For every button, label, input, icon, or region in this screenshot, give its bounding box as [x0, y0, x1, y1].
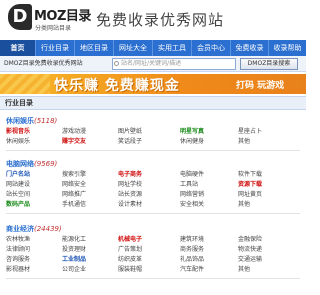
category-link[interactable]: 影视音乐	[6, 127, 30, 136]
category-link[interactable]: 站长资源	[118, 190, 142, 199]
category-link[interactable]: 手机通信	[62, 200, 86, 209]
category-link[interactable]: 网络推广	[62, 190, 86, 199]
section-title[interactable]: 商业经济(24439)	[6, 224, 62, 234]
promo-banner[interactable]: 快乐赚 免费赚现金 打码 玩游戏	[0, 74, 306, 94]
category-link[interactable]: 资源下载	[238, 180, 262, 189]
section-divider	[6, 150, 300, 151]
section-count: (9569)	[34, 160, 58, 168]
search-input[interactable]: 站名/网址/关键词/描述	[112, 58, 236, 70]
category-link[interactable]: 服装鞋帽	[118, 265, 142, 274]
category-link[interactable]: 工业制品	[62, 255, 86, 264]
nav-industry[interactable]: 行业目录	[36, 40, 75, 56]
banner-main-text: 快乐赚 免费赚现金	[54, 78, 180, 94]
category-link[interactable]: 影视器材	[6, 265, 30, 274]
category-link[interactable]: 法律顾问	[6, 245, 30, 254]
section-title-text[interactable]: 电脑网络	[6, 160, 34, 168]
category-link[interactable]: 能源化工	[62, 235, 86, 244]
category-link[interactable]: 搜索引擎	[62, 170, 86, 179]
main-nav: 首页 行业目录 地区目录 网址大全 实用工具 会员中心 免费收录 收录帮助	[0, 40, 306, 56]
banner-decoration	[0, 74, 50, 94]
category-link[interactable]: 星座占卜	[238, 127, 262, 136]
category-link[interactable]: 其他	[238, 265, 250, 274]
category-link[interactable]: 汽车配件	[180, 265, 204, 274]
category-link[interactable]: 纺织皮革	[118, 255, 142, 264]
logo-letter: D	[8, 4, 32, 30]
category-link[interactable]: 咨询服务	[6, 255, 30, 264]
category-link[interactable]: 网站建设	[6, 180, 30, 189]
category-link[interactable]: 礼品饰品	[180, 255, 204, 264]
category-link[interactable]: 休闲娱乐	[6, 137, 30, 146]
category-link[interactable]: 电子商务	[118, 170, 142, 179]
category-link[interactable]: 网址黄页	[238, 190, 262, 199]
nav-region[interactable]: 地区目录	[75, 40, 114, 56]
site-slogan: 免费收录优秀网站	[96, 11, 225, 29]
category-heading: 行业目录	[0, 96, 306, 110]
category-link[interactable]: 游戏动漫	[62, 127, 86, 136]
category-link[interactable]: 建筑环境	[180, 235, 204, 244]
section-title-text[interactable]: 商业经济	[6, 225, 34, 233]
section-count: (5118)	[34, 117, 58, 125]
nav-help[interactable]: 收录帮助	[269, 40, 306, 56]
category-link[interactable]: 休闲健身	[180, 137, 204, 146]
nav-url-directory[interactable]: 网址大全	[114, 40, 153, 56]
search-icon	[114, 61, 119, 66]
category-link[interactable]: 物流快递	[238, 245, 262, 254]
nav-free-submit[interactable]: 免费收录	[231, 40, 269, 56]
category-link[interactable]: 设计素材	[118, 200, 142, 209]
site-logo[interactable]: D MOZ目录 分类网站目录	[8, 4, 91, 36]
category-link[interactable]: 工具站	[180, 180, 198, 189]
search-bar: DMOZ目录免费收录优秀网站 站名/网址/关键词/描述 DMOZ目录搜索	[0, 56, 306, 72]
category-link[interactable]: 明星写真	[180, 127, 204, 136]
section-count: (24439)	[34, 225, 62, 233]
category-link[interactable]: 安全相关	[180, 200, 204, 209]
category-link[interactable]: 网址学校	[118, 180, 142, 189]
category-heading-label: 行业目录	[5, 99, 33, 107]
category-link[interactable]: 机械电子	[118, 235, 142, 244]
site-header: D MOZ目录 分类网站目录 免费收录优秀网站	[0, 0, 306, 40]
logo-name: MOZ目录	[34, 9, 91, 24]
nav-home[interactable]: 首页	[0, 40, 36, 56]
category-link[interactable]: 电脑硬件	[180, 170, 204, 179]
subbar-text: DMOZ目录免费收录优秀网站	[4, 60, 83, 67]
category-link[interactable]: 门户名站	[6, 170, 30, 179]
category-link[interactable]: 其他	[238, 200, 250, 209]
banner-side-text: 打码 玩游戏	[236, 81, 285, 91]
section-title[interactable]: 休闲娱乐(5118)	[6, 116, 57, 126]
category-link[interactable]: 网络安全	[62, 180, 86, 189]
category-link[interactable]: 软件下载	[238, 170, 262, 179]
section-title-text[interactable]: 休闲娱乐	[6, 117, 34, 125]
category-link[interactable]: 图片壁纸	[118, 127, 142, 136]
search-button[interactable]: DMOZ目录搜索	[240, 58, 298, 70]
category-link[interactable]: 投资理财	[62, 245, 86, 254]
section-divider	[6, 213, 300, 214]
category-link[interactable]: 农林牧渔	[6, 235, 30, 244]
category-link[interactable]: 网络营销	[180, 190, 204, 199]
category-link[interactable]: 其他	[238, 137, 250, 146]
section-title[interactable]: 电脑网络(9569)	[6, 159, 57, 169]
category-link[interactable]: 站长空间	[6, 190, 30, 199]
category-link[interactable]: 广告策划	[118, 245, 142, 254]
category-link[interactable]: 金融保险	[238, 235, 262, 244]
category-link[interactable]: 笑话段子	[118, 137, 142, 146]
nav-member[interactable]: 会员中心	[192, 40, 231, 56]
category-link[interactable]: 交通运输	[238, 255, 262, 264]
category-link[interactable]: 公司企业	[62, 265, 86, 274]
category-link[interactable]: 商务服务	[180, 245, 204, 254]
nav-tools[interactable]: 实用工具	[153, 40, 192, 56]
logo-subtitle: 分类网站目录	[35, 25, 72, 32]
category-link[interactable]: 数码产品	[6, 200, 30, 209]
section-divider	[6, 278, 300, 279]
category-link[interactable]: 赚字交友	[62, 137, 86, 146]
